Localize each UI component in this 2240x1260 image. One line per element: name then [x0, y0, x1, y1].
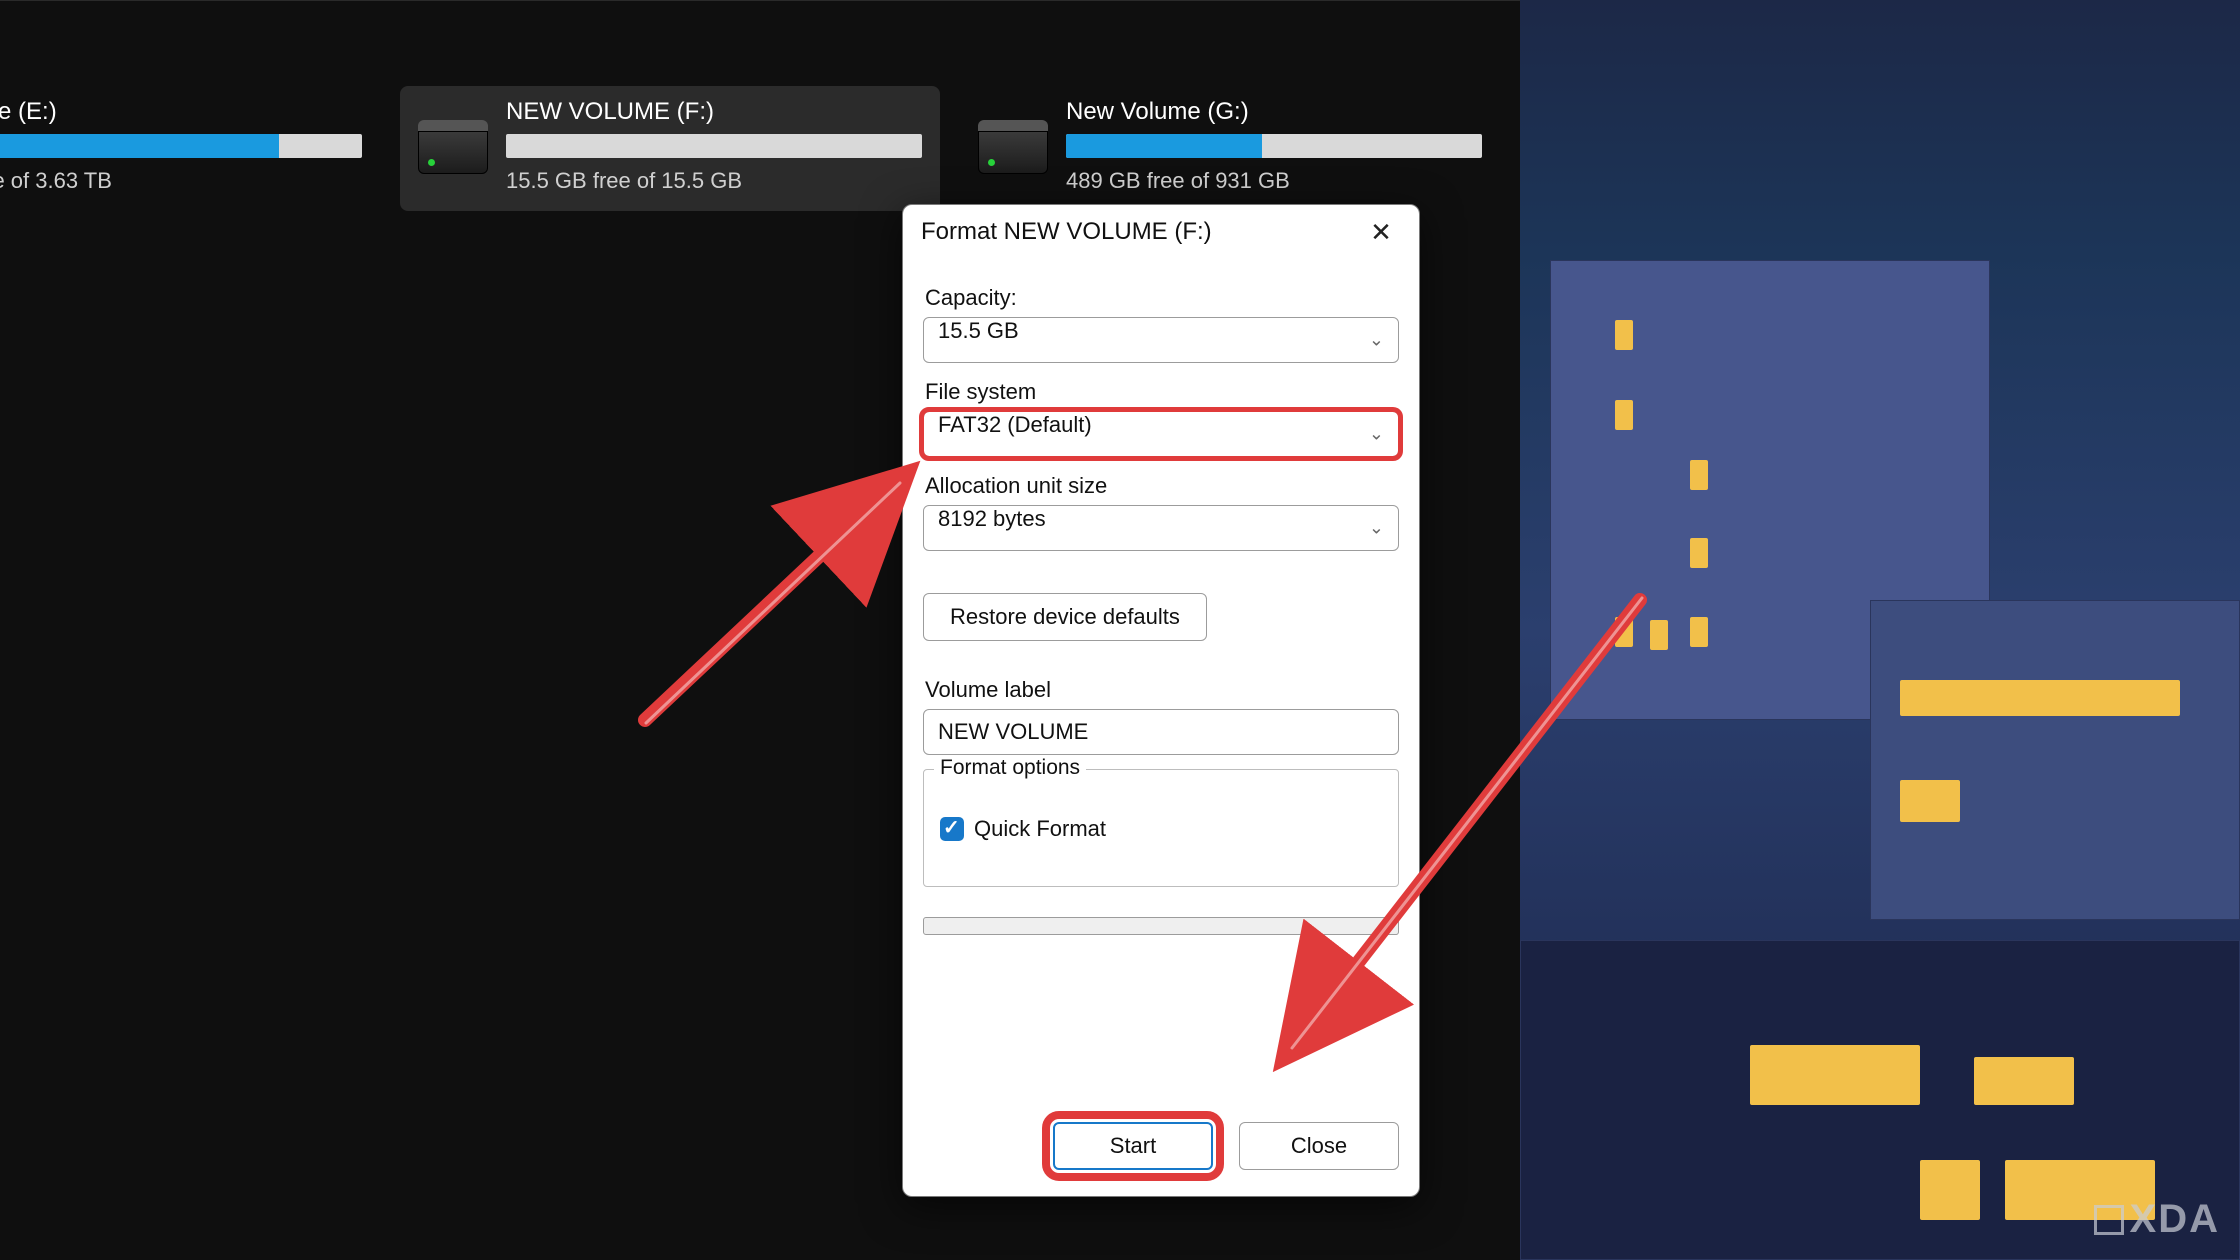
allocation-select[interactable]: 8192 bytes ⌄: [923, 505, 1399, 551]
format-dialog: Format NEW VOLUME (F:) ✕ Capacity: 15.5 …: [902, 204, 1420, 1197]
capacity-value: 15.5 GB: [938, 318, 1019, 343]
dialog-title-text: Format NEW VOLUME (F:): [921, 218, 1212, 246]
capacity-label: Capacity:: [925, 285, 1399, 311]
start-button[interactable]: Start: [1053, 1122, 1213, 1170]
volume-label-input[interactable]: [923, 709, 1399, 755]
filesystem-select[interactable]: FAT32 (Default) ⌄: [923, 411, 1399, 457]
drive-tile[interactable]: NEW VOLUME (F:) 15.5 GB free of 15.5 GB: [400, 86, 940, 211]
close-icon[interactable]: ✕: [1361, 212, 1401, 252]
drive-icon: [978, 120, 1048, 174]
dialog-titlebar[interactable]: Format NEW VOLUME (F:) ✕: [903, 205, 1419, 259]
drive-usage-bar: [0, 134, 362, 158]
drive-free-text: 489 GB free of 931 GB: [1066, 168, 1482, 194]
dialog-footer: Start Close: [903, 1100, 1419, 1196]
quick-format-label: Quick Format: [974, 816, 1106, 842]
format-options-legend: Format options: [934, 756, 1086, 780]
filesystem-value: FAT32 (Default): [938, 412, 1092, 437]
xda-watermark: XDA: [2094, 1197, 2220, 1242]
restore-defaults-button[interactable]: Restore device defaults: [923, 593, 1207, 641]
drive-name: olume (E:): [0, 98, 362, 126]
format-progress-bar: [923, 917, 1399, 935]
close-button[interactable]: Close: [1239, 1122, 1399, 1170]
desktop-wallpaper: XDA: [1520, 0, 2240, 1260]
allocation-value: 8192 bytes: [938, 506, 1046, 531]
drive-usage-bar: [1066, 134, 1482, 158]
drive-tile[interactable]: New Volume (G:) 489 GB free of 931 GB: [960, 86, 1500, 211]
drive-usage-bar: [506, 134, 922, 158]
drive-free-text: B free of 3.63 TB: [0, 168, 362, 194]
drive-tile[interactable]: olume (E:) B free of 3.63 TB: [0, 86, 380, 211]
capacity-select[interactable]: 15.5 GB ⌄: [923, 317, 1399, 363]
drive-name: New Volume (G:): [1066, 98, 1482, 126]
chevron-down-icon: ⌄: [1369, 424, 1384, 445]
chevron-down-icon: ⌄: [1369, 330, 1384, 351]
quick-format-checkbox[interactable]: Quick Format: [940, 816, 1382, 842]
drive-free-text: 15.5 GB free of 15.5 GB: [506, 168, 922, 194]
drive-name: NEW VOLUME (F:): [506, 98, 922, 126]
chevron-down-icon: ⌄: [1369, 518, 1384, 539]
filesystem-label: File system: [925, 379, 1399, 405]
format-options-group: Format options Quick Format: [923, 769, 1399, 887]
allocation-label: Allocation unit size: [925, 473, 1399, 499]
volume-label-label: Volume label: [925, 677, 1399, 703]
drive-icon: [418, 120, 488, 174]
xda-logo-icon: [2094, 1205, 2124, 1235]
quick-format-check-input[interactable]: [940, 817, 964, 841]
